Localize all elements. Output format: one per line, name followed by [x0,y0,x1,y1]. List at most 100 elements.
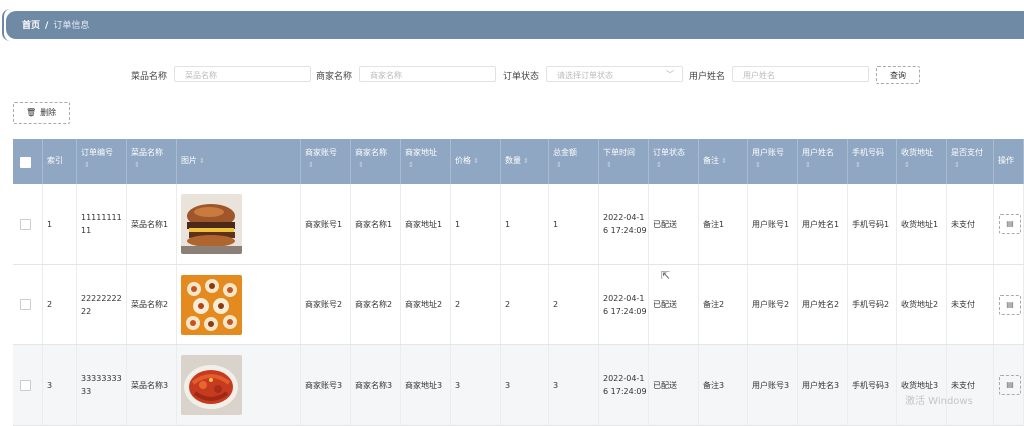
cell-order-time: 2022-04-16 17:24:09 [599,184,649,264]
col-header-user-name[interactable]: 用户姓名 ⇕ [798,139,848,184]
col-header-merchant-address[interactable]: 商家地址 ⇕ [401,139,451,184]
cell-paid: 未支付 [947,184,994,264]
dumplings-image[interactable] [181,274,242,335]
cell-address: 收货地址2 [897,265,947,344]
cell-merchant-name: 商家名称2 [351,265,401,344]
crawfish-image[interactable] [181,355,242,415]
cell-remark: 备注3 [699,345,748,425]
cell-order-status: 已配送 [649,184,699,264]
sort-icon[interactable]: ⇕ [954,159,993,171]
sort-icon[interactable]: ⇕ [656,159,698,171]
breadcrumb-current: 订单信息 [53,21,90,31]
sort-icon[interactable]: ⇕ [134,159,176,171]
view-button[interactable]: ▤ [999,294,1021,315]
row-checkbox-cell [13,184,43,264]
sort-icon[interactable]: ⇕ [473,157,479,165]
sort-icon[interactable]: ⇕ [523,157,529,165]
col-header-total[interactable]: 总金额 ⇕ [549,139,599,184]
order-status-placeholder: 请选择订单状态 [557,71,613,80]
table-header: 索引 订单编号 ⇕ 菜品名称 ⇕ 图片 ⇕ 商家账号 ⇕ 商家名称 ⇕ 商家地址 ⇕ 价格 ⇕… [13,139,1024,184]
cell-quantity: 3 [501,345,549,425]
order-status-label: 订单状态 [503,72,540,82]
cell-user-name: 用户姓名2 [798,265,848,344]
merchant-name-input[interactable]: 商家名称 [359,66,496,82]
sort-icon[interactable]: ⇕ [755,159,797,171]
table-row[interactable]: 2 2222222222 菜品名称2 商家账号2 商家名称2 商家地址2 2 2… [13,265,1024,345]
col-header-order-time[interactable]: 下单时间 ⇕ [599,139,649,184]
cell-merchant-address: 商家地址2 [401,265,451,344]
dish-name-input[interactable]: 菜品名称 [174,66,311,82]
col-header-merchant-name[interactable]: 商家名称 ⇕ [351,139,401,184]
cell-actions: ▤ [994,345,1024,425]
cell-remark: 备注2 [699,265,748,344]
cell-quantity: 1 [501,184,549,264]
col-header-price[interactable]: 价格 ⇕ [451,139,501,184]
cell-user-name: 用户姓名3 [798,345,848,425]
col-header-phone[interactable]: 手机号码 ⇕ [848,139,897,184]
cell-merchant-account: 商家账号2 [301,265,351,344]
col-header-dish[interactable]: 菜品名称 ⇕ [127,139,177,184]
row-checkbox-cell [13,265,43,344]
cell-paid: 未支付 [947,345,994,425]
sort-icon[interactable]: ⇕ [805,159,847,171]
cell-price: 1 [451,184,501,264]
col-header-merchant-account[interactable]: 商家账号 ⇕ [301,139,351,184]
sort-icon[interactable]: ⇕ [84,159,126,171]
search-form: 菜品名称 菜品名称 商家名称 商家名称 订单状态 请选择订单状态 ﹀ 用户姓名 … [0,66,1024,84]
cell-price: 3 [451,345,501,425]
burger-image[interactable] [181,194,242,254]
chevron-down-icon: ﹀ [666,70,674,79]
col-header-image[interactable]: 图片 ⇕ [177,139,301,184]
col-header-address[interactable]: 收货地址 ⇕ [897,139,947,184]
row-checkbox[interactable] [20,379,31,391]
cell-order-status: 已配送 [649,345,699,425]
cell-quantity: 2 [501,265,549,344]
query-button[interactable]: 查询 [876,66,920,84]
cell-address: 收货地址3 [897,345,947,425]
sort-icon[interactable]: ⇕ [408,159,450,171]
sort-icon[interactable]: ⇕ [308,159,350,171]
cell-phone: 手机号码3 [848,345,897,425]
sort-icon[interactable]: ⇕ [199,157,205,165]
table-row[interactable]: 3 3333333333 菜品名称3 商家账号3 商家名称3 商家地址3 3 3… [13,345,1024,426]
cell-user-account: 用户账号1 [748,184,798,264]
breadcrumb-home[interactable]: 首页 [22,21,40,31]
col-header-remark[interactable]: 备注 ⇕ [699,139,748,184]
cell-order-time: 2022-04-16 17:24:09 [599,265,649,344]
col-header-order-status[interactable]: 订单状态 ⇕ [649,139,699,184]
row-checkbox-cell [13,345,43,425]
view-button[interactable]: ▤ [999,214,1021,234]
col-header-order-no[interactable]: 订单编号 ⇕ [77,139,127,184]
delete-button[interactable]: 🗑 删除 [13,102,70,124]
select-all-checkbox[interactable] [20,157,31,168]
user-name-input[interactable]: 用户姓名 [732,66,869,82]
cell-order-no: 2222222222 [77,265,127,344]
breadcrumb-bar: 首页 / 订单信息 [2,9,1024,41]
cell-merchant-account: 商家账号1 [301,184,351,264]
col-header-index[interactable]: 索引 [43,139,77,184]
user-name-label: 用户姓名 [689,72,726,82]
row-checkbox[interactable] [20,299,31,310]
cell-remark: 备注1 [699,184,748,264]
cell-actions: ▤ [994,184,1024,264]
order-status-select[interactable]: 请选择订单状态 ﹀ [546,66,683,82]
col-header-quantity[interactable]: 数量 ⇕ [501,139,549,184]
sort-icon[interactable]: ⇕ [721,157,727,165]
sort-icon[interactable]: ⇕ [358,159,400,171]
row-checkbox[interactable] [20,218,31,230]
sort-icon[interactable]: ⇕ [556,159,598,171]
cell-merchant-address: 商家地址3 [401,345,451,425]
breadcrumb: 首页 / 订单信息 [22,18,89,31]
cell-dish: 菜品名称1 [127,184,177,264]
dish-name-label: 菜品名称 [131,72,168,82]
cell-image [177,184,301,264]
sort-icon[interactable]: ⇕ [904,159,946,171]
view-button[interactable]: ▤ [999,375,1021,395]
cell-address: 收货地址1 [897,184,947,264]
sort-icon[interactable]: ⇕ [606,159,648,171]
col-header-paid[interactable]: 是否支付 ⇕ [947,139,994,184]
cell-order-no: 1111111111 [77,184,127,264]
sort-icon[interactable]: ⇕ [855,159,896,171]
table-row[interactable]: 1 1111111111 菜品名称1 商家账号1 商家名称1 商家地址1 1 1… [13,184,1024,265]
col-header-user-account[interactable]: 用户账号 ⇕ [748,139,798,184]
